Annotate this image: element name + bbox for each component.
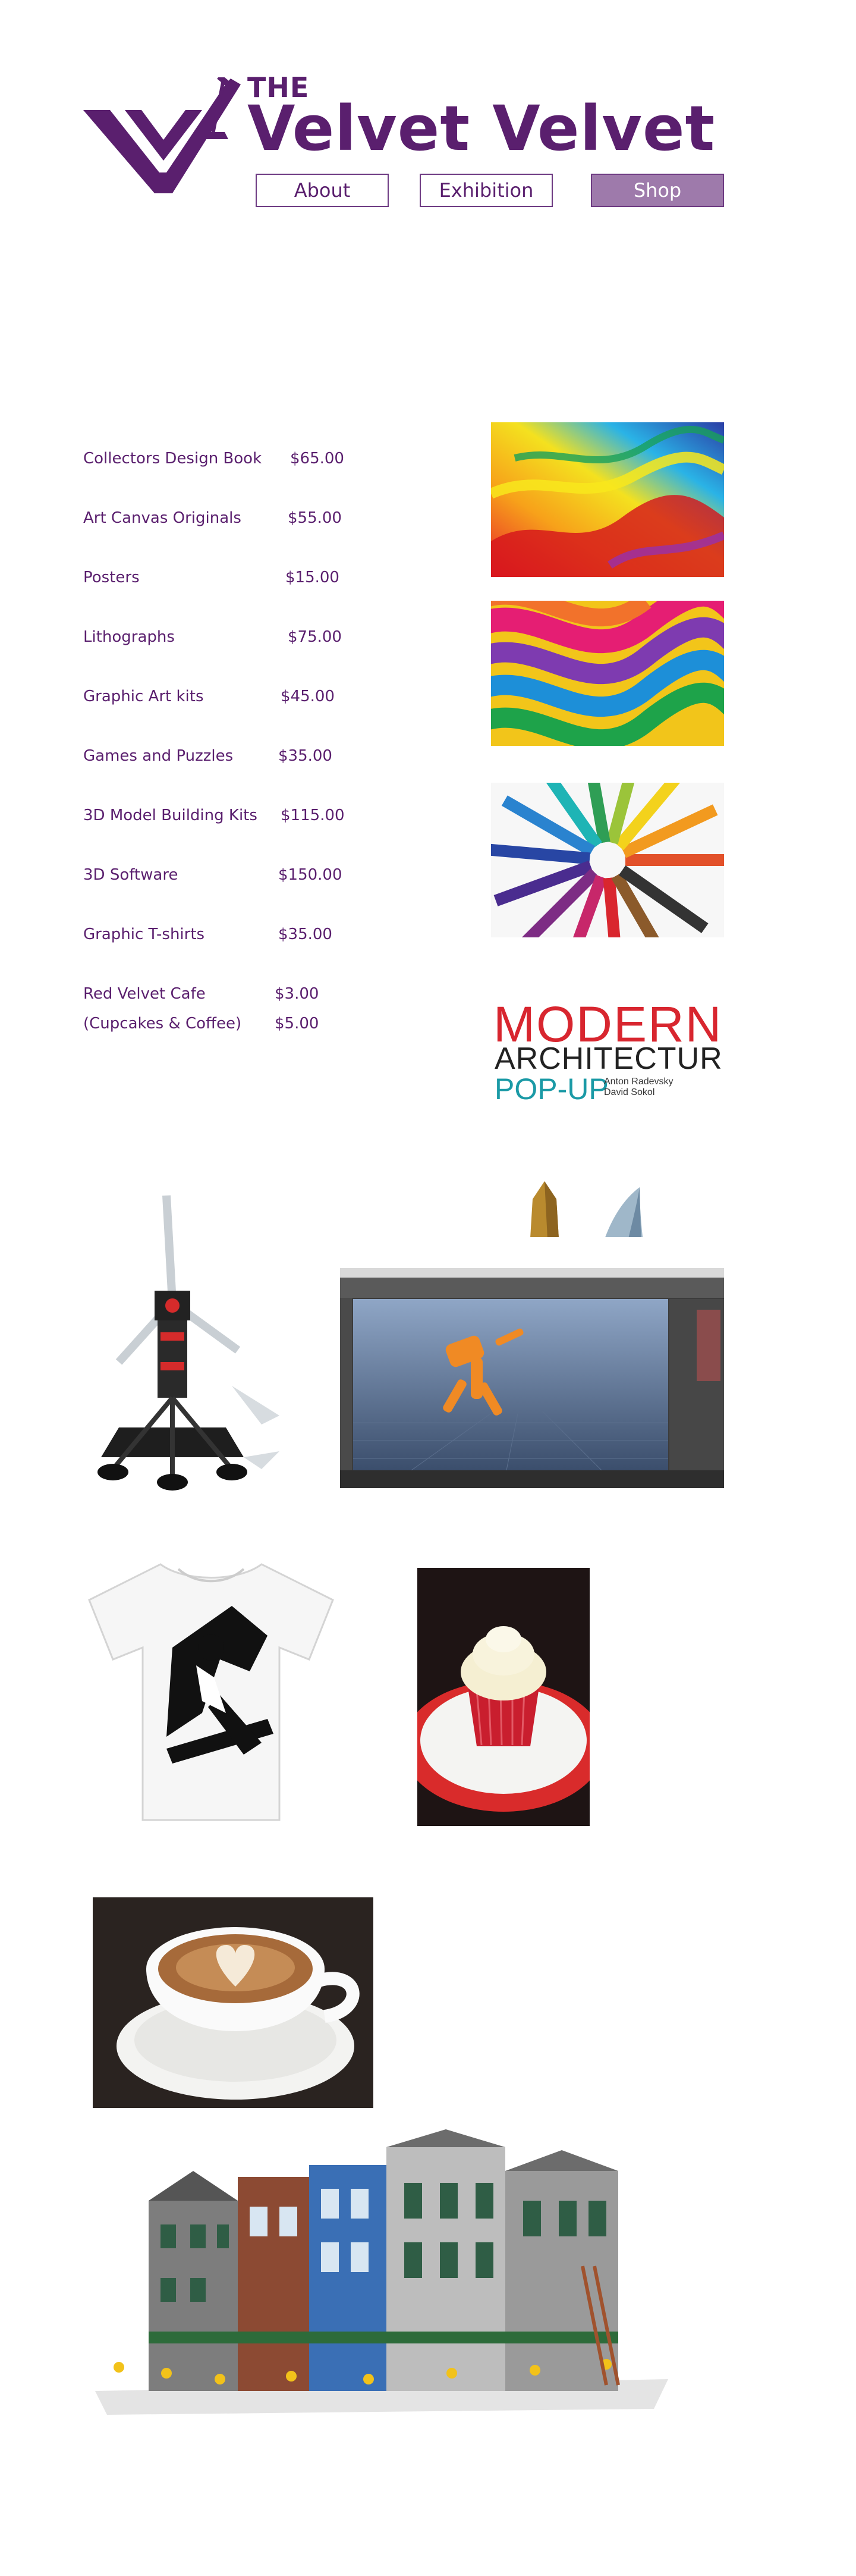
book-title-line2: ARCHITECTURE bbox=[495, 1041, 724, 1076]
product-price: $55.00 bbox=[288, 509, 342, 527]
product-name: Collectors Design Book bbox=[83, 450, 262, 467]
graphic-tshirt-image bbox=[83, 1558, 339, 1826]
product-name: Red Velvet Cafe bbox=[83, 985, 206, 1003]
book-author-2: David Sokol bbox=[604, 1087, 655, 1097]
product-price: $35.00 bbox=[278, 747, 332, 765]
robot-model-image bbox=[83, 1190, 285, 1493]
logo-icon bbox=[83, 74, 244, 193]
product-name: 3D Software bbox=[83, 866, 178, 884]
nav-shop-button[interactable]: Shop bbox=[591, 174, 724, 207]
3d-software-screenshot-image bbox=[340, 1268, 724, 1488]
logo-brand-name: Velvet Velvet bbox=[247, 92, 716, 165]
nav-exhibition-button[interactable]: Exhibition bbox=[420, 174, 553, 207]
nav-about-button[interactable]: About bbox=[256, 174, 389, 207]
product-price: $45.00 bbox=[281, 688, 335, 705]
product-name: Graphic T-shirts bbox=[83, 925, 205, 943]
product-name: Graphic Art kits bbox=[83, 688, 204, 705]
product-name: Art Canvas Originals bbox=[83, 509, 241, 527]
product-name: (Cupcakes & Coffee) bbox=[83, 1015, 242, 1033]
product-price: $115.00 bbox=[281, 807, 345, 824]
lego-building-image bbox=[95, 2129, 668, 2415]
product-price: $15.00 bbox=[285, 569, 339, 586]
product-price: $5.00 bbox=[275, 1015, 319, 1033]
book-author-1: Anton Radevsky bbox=[604, 1077, 674, 1087]
color-swirl-image bbox=[491, 601, 724, 746]
architecture-book-image: MODERN ARCHITECTURE POP-UP Anton Radevsk… bbox=[491, 991, 724, 1237]
product-price: $75.00 bbox=[288, 628, 342, 646]
product-price: $150.00 bbox=[278, 866, 342, 884]
paint-splash-image bbox=[491, 422, 724, 577]
product-name: 3D Model Building Kits bbox=[83, 807, 257, 824]
product-name: Posters bbox=[83, 569, 140, 586]
product-price: $65.00 bbox=[290, 450, 344, 467]
product-price: $3.00 bbox=[275, 985, 319, 1003]
product-name: Lithographs bbox=[83, 628, 175, 646]
product-price: $35.00 bbox=[278, 925, 332, 943]
coffee-cup-image bbox=[93, 1897, 373, 2108]
book-title-line3: POP-UP bbox=[495, 1072, 609, 1106]
colored-pencils-image bbox=[491, 783, 724, 937]
cupcake-image bbox=[417, 1568, 590, 1826]
product-name: Games and Puzzles bbox=[83, 747, 234, 765]
